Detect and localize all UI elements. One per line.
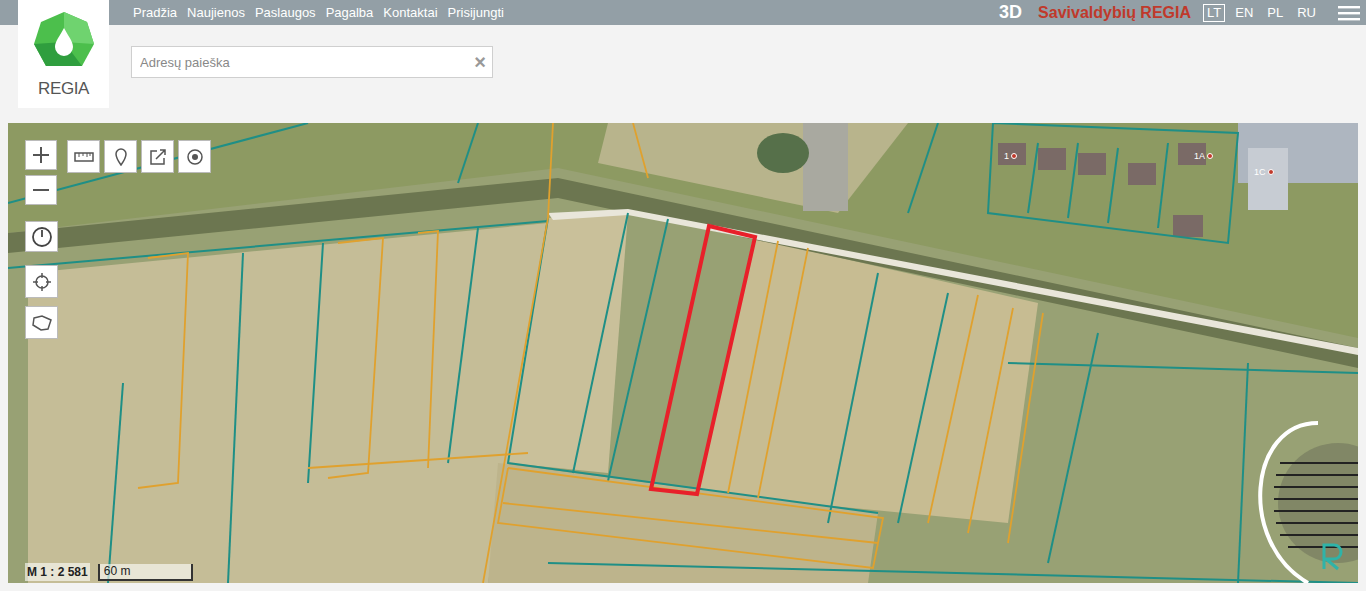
house-dot-icon: [1011, 153, 1017, 159]
polygon-icon: [31, 314, 53, 332]
house-number: 1C: [1254, 167, 1266, 177]
locate-button[interactable]: [178, 140, 211, 173]
language-option[interactable]: EN: [1231, 4, 1257, 22]
plus-icon: [33, 147, 49, 163]
search-row: ×: [0, 25, 1366, 123]
house-number: 1: [1004, 151, 1009, 161]
aerial-map: [8, 123, 1358, 583]
app: Pradžia Naujienos Paslaugos Pagalba Kontakta…: [0, 0, 1366, 591]
nav-link[interactable]: Kontaktai: [383, 3, 437, 23]
top-bar: Pradžia Naujienos Paslaugos Pagalba Kontakta…: [0, 0, 1366, 25]
logo[interactable]: REGIA: [18, 0, 109, 108]
rc-watermark-icon: [1316, 539, 1350, 573]
zoom-in-button[interactable]: [25, 140, 57, 170]
clock-icon: [31, 226, 53, 248]
house-label: 1C: [1254, 167, 1274, 177]
search-field: ×: [131, 46, 493, 78]
scale-bar: 60 m: [98, 564, 193, 581]
language-switcher: LT EN PL RU: [1203, 4, 1320, 22]
house-dot-icon: [1268, 169, 1274, 175]
site-title: Savivaldybių REGIA: [1038, 1, 1191, 25]
house-number: 1A: [1194, 151, 1205, 161]
minus-icon: [33, 182, 49, 198]
measure-button[interactable]: [67, 140, 100, 173]
tool-row: [67, 140, 211, 173]
crosshair-icon: [32, 272, 52, 292]
nav-link[interactable]: Paslaugos: [255, 3, 316, 23]
area-button[interactable]: [25, 306, 58, 339]
zoom-out-button[interactable]: [25, 175, 57, 205]
house-label: 1A: [1194, 151, 1213, 161]
scale: M 1 : 2 581 60 m: [25, 563, 193, 581]
pin-icon: [115, 148, 127, 166]
target-icon: [186, 148, 204, 166]
language-option[interactable]: RU: [1293, 4, 1320, 22]
marker-button[interactable]: [104, 140, 137, 173]
3d-toggle[interactable]: 3D: [999, 0, 1022, 26]
language-option[interactable]: PL: [1263, 4, 1287, 22]
scale-ratio: M 1 : 2 581: [25, 563, 90, 581]
hamburger-icon[interactable]: [1338, 4, 1360, 22]
nav-link[interactable]: Prisijungti: [448, 3, 504, 23]
language-option[interactable]: LT: [1203, 4, 1225, 22]
nav-link[interactable]: Pradžia: [133, 3, 177, 23]
header-right: 3D Savivaldybių REGIA LT EN PL RU: [999, 0, 1366, 25]
zoom-controls: [25, 140, 57, 205]
map[interactable]: 1 1A 1C: [8, 123, 1358, 583]
search-input[interactable]: [132, 47, 492, 77]
house-dot-icon: [1207, 153, 1213, 159]
ruler-icon: [74, 151, 94, 163]
share-button[interactable]: [141, 140, 174, 173]
nav-link[interactable]: Pagalba: [326, 3, 374, 23]
nav-link[interactable]: Naujienos: [187, 3, 245, 23]
regia-logo-icon: [32, 10, 96, 74]
history-button[interactable]: [25, 221, 58, 252]
house-label: 1: [1004, 151, 1017, 161]
nav-menu: Pradžia Naujienos Paslaugos Pagalba Kontakta…: [133, 3, 504, 23]
scale-bar-label: 60 m: [104, 564, 131, 578]
search-clear[interactable]: ×: [474, 50, 486, 74]
logo-text: REGIA: [38, 76, 89, 102]
share-icon: [149, 148, 167, 166]
crosshair-button[interactable]: [25, 265, 58, 298]
